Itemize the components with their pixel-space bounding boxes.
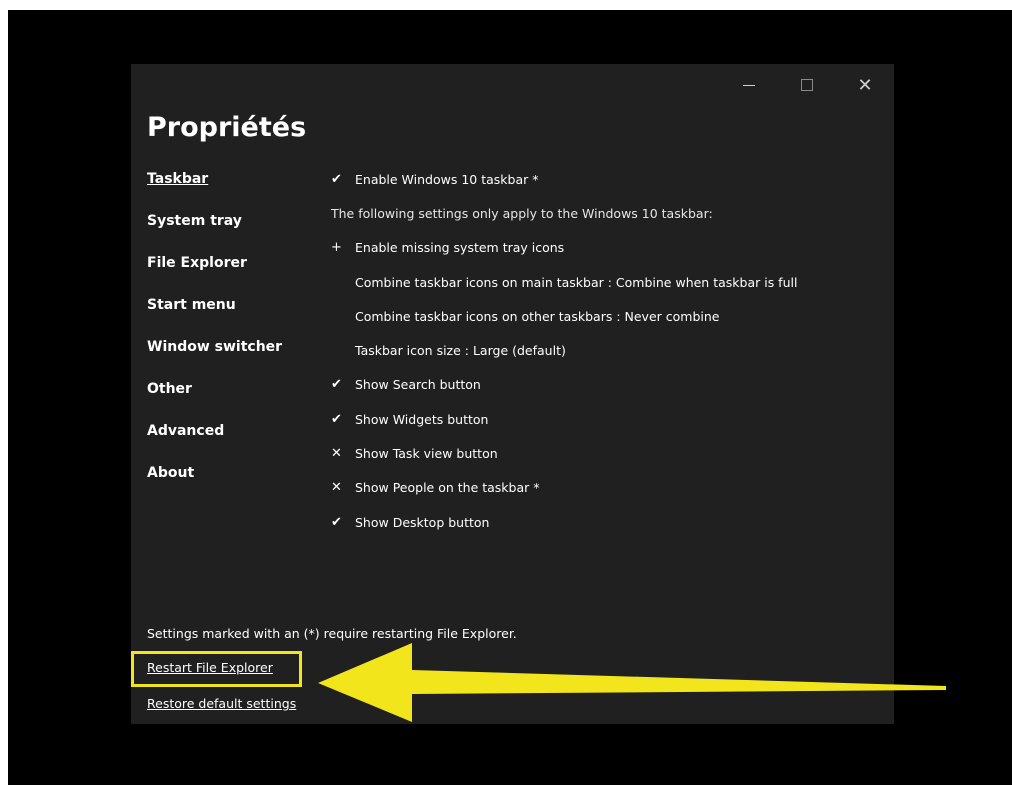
yellow-arrow-icon [318,643,946,722]
arrow-shape [318,643,946,722]
